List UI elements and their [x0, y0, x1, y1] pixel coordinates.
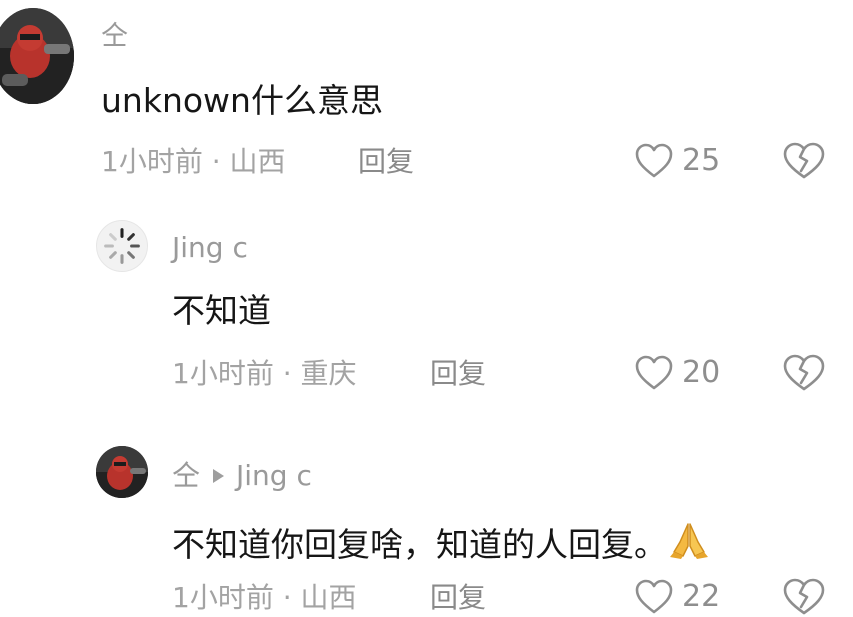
comment-location: 山西	[300, 581, 357, 614]
meta-separator: ·	[282, 357, 292, 390]
comment-text-content: 不知道你回复啥，知道的人回复。	[172, 525, 667, 564]
heart-outline-icon	[635, 355, 673, 390]
meta-separator: ·	[211, 145, 221, 178]
dislike-button[interactable]	[782, 353, 826, 393]
user-avatar[interactable]	[96, 446, 148, 498]
comment-text: 不知道	[172, 291, 271, 330]
comment-meta: 1小时前 · 重庆	[172, 356, 357, 392]
dislike-button[interactable]	[782, 577, 826, 617]
comment-username[interactable]: 仝	[101, 20, 128, 54]
loading-spinner-icon	[104, 228, 140, 264]
like-button[interactable]: 22	[634, 577, 720, 617]
broken-heart-icon	[783, 354, 825, 391]
comment-text: unknown什么意思	[101, 81, 383, 120]
comment-location: 重庆	[300, 357, 357, 390]
reply-button[interactable]: 回复	[358, 144, 414, 180]
like-count: 20	[682, 355, 721, 390]
comment-username[interactable]: Jing c	[172, 230, 248, 266]
broken-heart-icon	[783, 578, 825, 615]
comment-time: 1小时前	[172, 357, 274, 390]
heart-outline-icon	[635, 579, 673, 614]
dislike-button[interactable]	[782, 141, 826, 181]
comment-text: 不知道你回复啥，知道的人回复。	[172, 518, 711, 570]
comment-time: 1小时前	[101, 145, 203, 178]
heart-outline-icon	[635, 143, 673, 178]
comment-meta: 1小时前 · 山西	[101, 144, 286, 180]
like-button[interactable]: 20	[634, 353, 720, 393]
avatar-image	[0, 8, 74, 104]
reply-button[interactable]: 回复	[430, 356, 486, 392]
comment-username[interactable]: 仝	[172, 458, 200, 494]
like-button[interactable]: 25	[634, 141, 720, 181]
meta-separator: ·	[282, 581, 292, 614]
like-count: 22	[682, 579, 721, 614]
comment-location: 山西	[229, 145, 286, 178]
triangle-right-icon	[213, 469, 225, 483]
broken-heart-icon	[783, 142, 825, 179]
folded-hands-emoji	[667, 518, 711, 570]
reply-to-username[interactable]: Jing c	[236, 458, 312, 494]
user-avatar[interactable]	[96, 220, 148, 272]
like-count: 25	[682, 143, 721, 178]
comment-meta: 1小时前 · 山西	[172, 580, 357, 616]
reply-button[interactable]: 回复	[430, 580, 486, 616]
reply-header: 仝 Jing c	[172, 458, 312, 494]
avatar-image	[96, 446, 148, 498]
user-avatar[interactable]	[0, 8, 74, 104]
comment-time: 1小时前	[172, 581, 274, 614]
